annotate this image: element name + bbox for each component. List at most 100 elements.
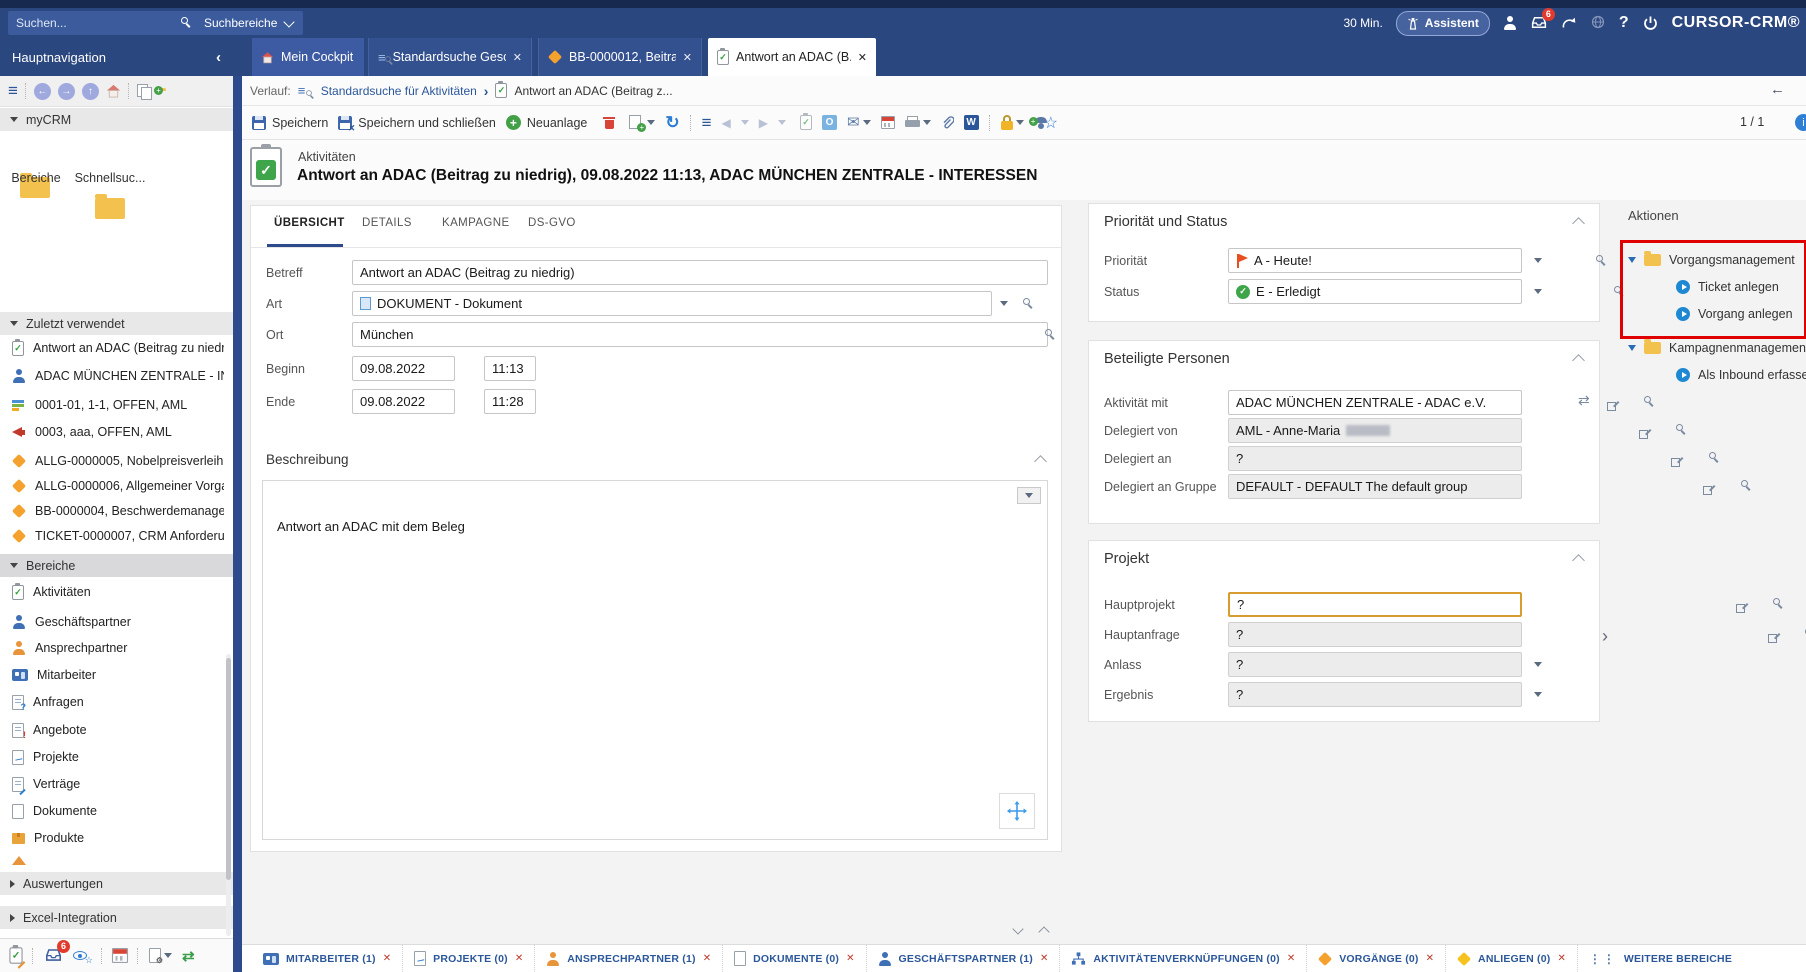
open-record-icon[interactable]	[1607, 400, 1618, 411]
sidebar-item-anfragen[interactable]: ?Anfragen	[0, 692, 224, 712]
search-scope-dropdown[interactable]: Suchbereiche	[194, 11, 303, 35]
notes-icon[interactable]	[9, 947, 22, 964]
action-ticket-anlegen[interactable]: Ticket anlegen	[1676, 280, 1779, 294]
prioritaet-input[interactable]: A - Heute!	[1228, 248, 1522, 273]
favorite-star-icon[interactable]: ☆	[1044, 113, 1058, 133]
close-icon[interactable]: ✕	[515, 953, 523, 964]
section-header-auswertungen[interactable]: Auswertungen	[0, 872, 233, 895]
folder-icon[interactable]	[95, 198, 125, 219]
section-header-recent[interactable]: Zuletzt verwendet	[0, 312, 233, 335]
ende-time-input[interactable]: 11:28	[484, 389, 536, 414]
delegiert-an-input[interactable]: ?	[1228, 446, 1522, 471]
assistant-button[interactable]: Assistent	[1396, 11, 1490, 36]
word-export-icon[interactable]: W	[964, 115, 979, 130]
close-icon[interactable]: ✕	[858, 51, 867, 64]
tab-standardsuche[interactable]: ≡ Standardsuche Gesc... ✕	[368, 38, 532, 76]
inbox-button[interactable]: 6	[44, 946, 63, 966]
refresh-icon[interactable]: ↻	[665, 113, 679, 133]
ende-date-input[interactable]: 09.08.2022	[352, 389, 455, 414]
sidebar-item-vertraege[interactable]: Verträge	[0, 774, 224, 794]
bottom-tab-geschaeftspartner[interactable]: GESCHÄFTSPARTNER (1)✕	[867, 945, 1061, 972]
paperclip-icon[interactable]	[941, 116, 954, 130]
close-icon[interactable]: ✕	[1287, 953, 1295, 964]
chevron-down-icon[interactable]	[1000, 301, 1008, 306]
recent-item[interactable]: Antwort an ADAC (Beitrag zu niedri	[0, 338, 224, 358]
chevron-down-icon[interactable]	[1534, 692, 1542, 697]
tab-uebersicht[interactable]: ÜBERSICHT	[274, 217, 345, 229]
nav-back-button[interactable]: ←	[34, 83, 51, 100]
close-icon[interactable]: ✕	[1040, 953, 1048, 964]
menu-icon[interactable]: ≡	[702, 113, 712, 133]
chevron-down-icon[interactable]	[1534, 258, 1542, 263]
recent-item[interactable]: ALLG-0000005, Nobelpreisverleihu	[0, 451, 224, 471]
search-icon[interactable]	[1675, 423, 1689, 437]
copy-record-button[interactable]: +	[629, 115, 655, 130]
chevron-down-icon[interactable]	[741, 120, 749, 125]
close-icon[interactable]: ✕	[846, 953, 854, 964]
help-button[interactable]: ?	[1619, 14, 1629, 32]
tab-mein-cockpit[interactable]: Mein Cockpit	[252, 38, 364, 76]
recent-item[interactable]: 0003, aaa, OFFEN, AML	[0, 422, 224, 442]
mycrm-folder-schnellsuche[interactable]: Schnellsuc...	[73, 171, 147, 185]
recent-item[interactable]: ALLG-0000006, Allgemeiner Vorgan	[0, 476, 224, 496]
open-record-icon[interactable]	[1671, 456, 1682, 467]
search-icon[interactable]	[1772, 597, 1786, 611]
sidebar-item-dokumente[interactable]: Dokumente	[0, 801, 224, 821]
sidebar-item-geschaeftspartner[interactable]: Geschäftspartner	[0, 612, 224, 632]
bottom-tab-aktivitaetenverknuepfungen[interactable]: AKTIVITÄTENVERKNÜPFUNGEN (0)✕	[1060, 945, 1307, 972]
art-input[interactable]: DOKUMENT - Dokument	[352, 291, 992, 316]
bottom-tab-anliegen[interactable]: ANLIEGEN (0)✕	[1446, 945, 1578, 972]
recent-item[interactable]: BB-0000004, Beschwerdemanagem	[0, 501, 224, 521]
action-group-kampagnenmanagement[interactable]: Kampagnenmanagement	[1628, 341, 1806, 355]
task-check-icon[interactable]	[800, 115, 812, 130]
beginn-date-input[interactable]: 09.08.2022	[352, 356, 455, 381]
save-and-close-button[interactable]: ✕Speichern und schließen	[338, 116, 496, 130]
breadcrumb-link[interactable]: Standardsuche für Aktivitäten	[321, 84, 477, 98]
prev-record-icon[interactable]: ◀	[722, 116, 731, 130]
redo-icon[interactable]	[1561, 16, 1577, 30]
outlook-icon[interactable]: O	[822, 115, 837, 130]
close-icon[interactable]: ✕	[683, 51, 692, 64]
status-input[interactable]: E - Erledigt	[1228, 279, 1522, 304]
print-button[interactable]	[905, 116, 931, 129]
globe-icon[interactable]	[1590, 15, 1606, 31]
move-handle[interactable]	[999, 793, 1035, 829]
delegiert-gruppe-input[interactable]: DEFAULT - DEFAULT The default group	[1228, 474, 1522, 499]
close-icon[interactable]: ✕	[1557, 953, 1565, 964]
sidebar-item-angebote[interactable]: !Angebote	[0, 720, 224, 740]
hauptanfrage-input[interactable]: ?	[1228, 622, 1522, 647]
close-icon[interactable]: ✕	[703, 953, 711, 964]
mycrm-folder-bereiche[interactable]: Bereiche	[0, 171, 73, 185]
bottom-tab-mitarbeiter[interactable]: MITARBEITER (1)✕	[252, 945, 403, 972]
close-icon[interactable]: ✕	[513, 51, 522, 64]
new-record-button[interactable]: +Neuanlage	[506, 115, 587, 130]
action-vorgang-anlegen[interactable]: Vorgang anlegen	[1676, 307, 1793, 321]
expand-panel-icon[interactable]: ›	[1602, 626, 1608, 647]
swap-contact-icon[interactable]: ⇄	[1578, 392, 1590, 409]
sidebar-item-aktivitaeten[interactable]: Aktivitäten	[0, 582, 224, 602]
expand-bottom-icon[interactable]	[1038, 926, 1049, 937]
search-icon[interactable]	[1022, 297, 1036, 311]
hauptprojekt-input[interactable]: ?	[1228, 592, 1522, 617]
menu-icon[interactable]: ≡	[8, 81, 18, 101]
tab-kampagne[interactable]: KAMPAGNE	[442, 217, 510, 229]
watchlist-icon[interactable]: ☆	[73, 949, 91, 963]
betreff-input[interactable]: Antwort an ADAC (Beitrag zu niedrig)	[352, 260, 1048, 285]
next-record-icon[interactable]: ▶	[759, 116, 768, 130]
ergebnis-input[interactable]: ?	[1228, 682, 1522, 707]
sidebar-scrollbar-thumb[interactable]	[226, 658, 231, 880]
user-icon[interactable]	[1503, 16, 1517, 30]
recent-item[interactable]: TICKET-0000007, CRM Anforderun	[0, 526, 224, 546]
tab-antwort-an-adac[interactable]: Antwort an ADAC (B... ✕	[708, 38, 876, 76]
email-button[interactable]: ✉	[847, 115, 871, 130]
bottom-tab-projekte[interactable]: PROJEKTE (0)✕	[403, 945, 535, 972]
action-group-vorgangsmanagement[interactable]: Vorgangsmanagement	[1628, 253, 1795, 267]
home-icon[interactable]	[106, 84, 121, 98]
bottom-tab-vorgaenge[interactable]: VORGÄNGE (0)✕	[1307, 945, 1446, 972]
close-icon[interactable]: ✕	[1426, 953, 1434, 964]
search-icon[interactable]	[1595, 254, 1609, 268]
save-button[interactable]: Speichern	[252, 116, 328, 130]
info-icon[interactable]: i	[1795, 114, 1806, 131]
bottom-tab-ansprechpartner[interactable]: ANSPRECHPARTNER (1)✕	[535, 945, 723, 972]
open-record-icon[interactable]	[1768, 632, 1779, 643]
